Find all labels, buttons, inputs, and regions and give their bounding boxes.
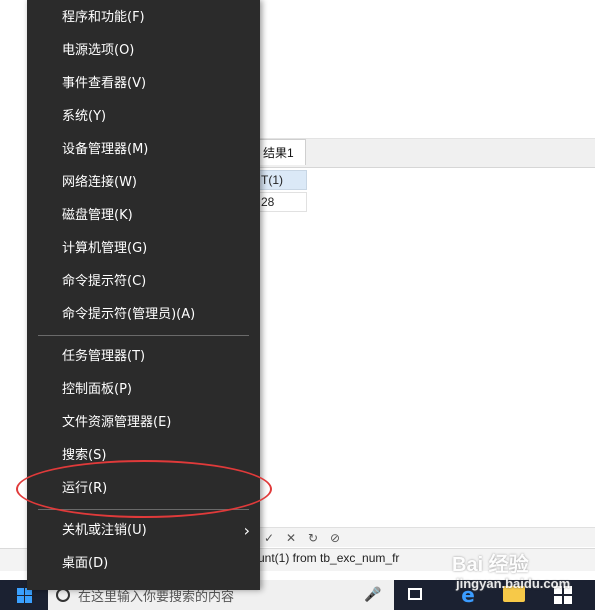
menu-item-task-manager[interactable]: 任务管理器(T)	[27, 340, 260, 373]
menu-item-label: 关机或注销(U)	[62, 523, 147, 538]
microphone-icon[interactable]: 🎤	[364, 585, 381, 605]
highlight-ellipse-annotation	[16, 460, 272, 518]
result-tabs-strip	[258, 138, 595, 168]
task-view-icon[interactable]	[404, 583, 426, 605]
menu-item-device-manager[interactable]: 设备管理器(M)	[27, 133, 260, 166]
grid-column-header[interactable]: T(1)	[258, 170, 307, 190]
menu-item-command-prompt[interactable]: 命令提示符(C)	[27, 265, 260, 298]
refresh-icon[interactable]: ↻	[306, 531, 320, 545]
menu-separator	[38, 335, 249, 336]
check-icon[interactable]: ✓	[262, 531, 276, 545]
menu-item-disk-management[interactable]: 磁盘管理(K)	[27, 199, 260, 232]
menu-item-file-explorer[interactable]: 文件资源管理器(E)	[27, 406, 260, 439]
chevron-right-icon: ›	[243, 521, 250, 540]
menu-item-power-options[interactable]: 电源选项(O)	[27, 34, 260, 67]
menu-item-event-viewer[interactable]: 事件查看器(V)	[27, 67, 260, 100]
search-circle-icon	[56, 588, 70, 602]
tab-result-1[interactable]: 结果1	[258, 139, 306, 165]
query-toolbar: ✓ ✕ ↻ ⊘	[258, 527, 595, 547]
cancel-icon[interactable]: ✕	[284, 531, 298, 545]
watermark-logo: Bai 经验	[452, 554, 529, 576]
menu-item-computer-management[interactable]: 计算机管理(G)	[27, 232, 260, 265]
menu-item-network-connections[interactable]: 网络连接(W)	[27, 166, 260, 199]
menu-item-desktop[interactable]: 桌面(D)	[27, 547, 260, 580]
stop-icon[interactable]: ⊘	[328, 531, 342, 545]
menu-item-system[interactable]: 系统(Y)	[27, 100, 260, 133]
menu-item-command-prompt-admin[interactable]: 命令提示符(管理员)(A)	[27, 298, 260, 331]
sql-query-text: unt(1) from tb_exc_num_fr	[258, 551, 400, 565]
grid-cell[interactable]: 28	[258, 192, 307, 212]
menu-item-shutdown-signout[interactable]: 关机或注销(U) ›	[27, 514, 260, 547]
menu-item-programs-features[interactable]: 程序和功能(F)	[27, 1, 260, 34]
watermark-url: jingyan.baidu.com	[456, 576, 571, 591]
menu-item-control-panel[interactable]: 控制面板(P)	[27, 373, 260, 406]
